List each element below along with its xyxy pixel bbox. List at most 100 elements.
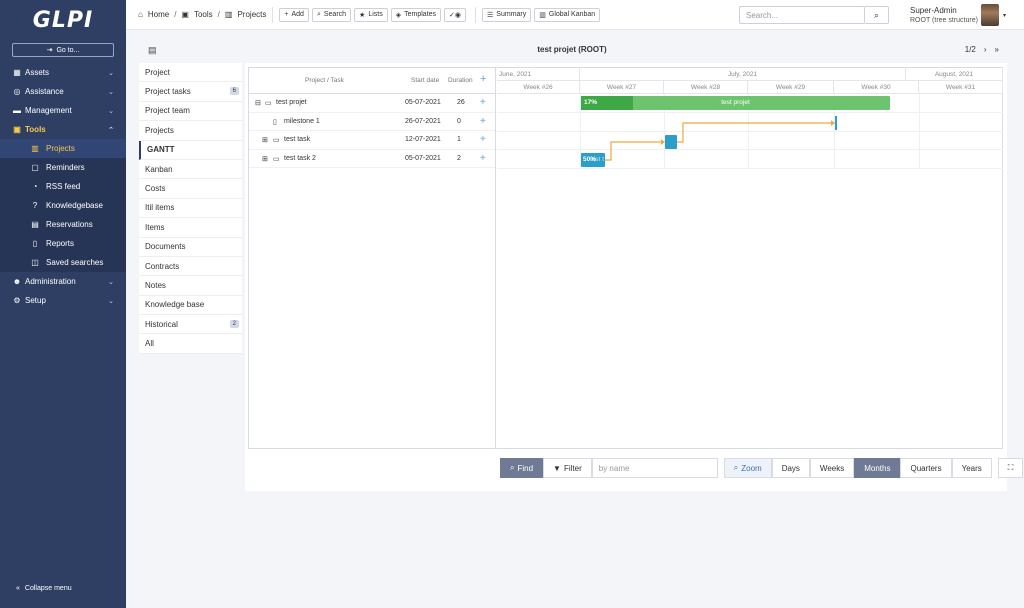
tab-label: Project <box>145 67 170 77</box>
zoom-button[interactable]: ⌕ Zoom <box>723 458 772 478</box>
file-icon: ▯ <box>273 118 277 126</box>
check-eye-button[interactable]: ✓◉ <box>444 7 467 22</box>
find-button[interactable]: ⌕ Find <box>500 458 544 478</box>
gantt-row[interactable]: ⊟ ▭ test projet 05-07-2021 26 + <box>249 94 495 113</box>
next-icon[interactable]: › <box>984 45 987 54</box>
sidebar-item-reservations[interactable]: ▤ Reservations <box>0 215 126 234</box>
breadcrumb-projects[interactable]: Projects <box>237 10 266 19</box>
tab-label: Project team <box>145 106 190 116</box>
tab-label: Documents <box>145 242 186 252</box>
goto-button[interactable]: ⇥ Go to... <box>12 43 114 57</box>
sidebar-item-knowledgebase[interactable]: ? Knowledgebase <box>0 196 126 215</box>
tab-costs[interactable]: Costs <box>139 179 242 199</box>
expand-icon: ⛶ <box>1007 463 1014 472</box>
expand-icon[interactable]: ⊞ <box>262 155 268 163</box>
gantt-row[interactable]: ⊞ ▭ test task 2 05-07-2021 2 + <box>249 150 495 168</box>
tab-contracts[interactable]: Contracts <box>139 257 242 277</box>
lists-button[interactable]: ★ Lists <box>354 7 388 22</box>
column-header-start: Start date <box>411 77 440 84</box>
tab-knowledge-base[interactable]: Knowledge base <box>139 296 242 316</box>
menu-setup[interactable]: ⚙ Setup ⌄ <box>0 291 126 310</box>
last-icon[interactable]: » <box>995 45 999 54</box>
global-search-input[interactable]: Search... <box>739 6 865 24</box>
sidebar-item-rss[interactable]: ◔ RSS feed <box>0 177 126 196</box>
menu-assistance[interactable]: ◎ Assistance ⌄ <box>0 82 126 101</box>
search-submit-button[interactable]: ⌕ <box>865 6 889 24</box>
glpi-logo[interactable]: GLPI <box>0 0 126 40</box>
tab-project-tasks[interactable]: Project tasks 6 <box>139 82 242 102</box>
user-menu[interactable]: Super-Admin ROOT (tree structure) <box>910 6 978 26</box>
search-button[interactable]: ⌕ Search <box>311 7 352 22</box>
filter-input[interactable]: by name <box>591 458 718 478</box>
templates-button[interactable]: ◈ Templates <box>390 7 442 22</box>
button-label: Zoom <box>741 463 762 473</box>
menu-label: Assistance <box>25 87 64 96</box>
note-icon: ▢ <box>31 163 39 172</box>
scale-years-button[interactable]: Years <box>951 458 992 478</box>
fullscreen-button[interactable]: ⛶ <box>997 458 1024 478</box>
add-button[interactable]: + Add <box>279 7 309 22</box>
add-icon[interactable]: + <box>480 134 486 145</box>
tab-projects[interactable]: Projects <box>139 121 242 141</box>
add-icon[interactable]: + <box>480 153 486 164</box>
task-name: test task 2 <box>284 154 316 162</box>
breadcrumb-tools[interactable]: Tools <box>194 10 213 19</box>
gantt-row[interactable]: ▯ milestone 1 26-07-2021 0 + <box>249 113 495 131</box>
search-icon: ⌕ <box>873 9 880 20</box>
chevron-down-icon: ⌄ <box>108 88 114 96</box>
count-badge: 2 <box>229 320 239 329</box>
collapse-menu-button[interactable]: « Collapse menu <box>16 585 72 592</box>
task-start: 26-07-2021 <box>405 117 441 125</box>
collapse-icon[interactable]: ⊟ <box>255 99 261 107</box>
filter-button[interactable]: ▼ Filter <box>543 458 592 478</box>
scale-weeks-button[interactable]: Weeks <box>809 458 855 478</box>
tab-items[interactable]: Items <box>139 218 242 238</box>
task-name: test projet <box>276 99 307 106</box>
layers-icon: ◈ <box>395 11 402 19</box>
tab-label: GANTT <box>147 145 175 155</box>
tab-project-team[interactable]: Project team <box>139 102 242 122</box>
sidebar-item-saved-searches[interactable]: ◫ Saved searches <box>0 253 126 272</box>
sidebar-item-reminders[interactable]: ▢ Reminders <box>0 158 126 177</box>
menu-management[interactable]: ▬ Management ⌄ <box>0 101 126 120</box>
lifebuoy-icon: ◎ <box>13 87 21 96</box>
sidebar: GLPI ⇥ Go to... ▦ Assets ⌄ ◎ Assistance ⌄ ▬ M… <box>0 0 126 608</box>
avatar[interactable] <box>981 4 999 26</box>
folder-icon: ▭ <box>273 155 280 163</box>
tab-project[interactable]: Project <box>139 63 242 83</box>
sidebar-item-reports[interactable]: ▯ Reports <box>0 234 126 253</box>
button-label: Summary <box>496 11 527 18</box>
tab-gantt[interactable]: GANTT <box>139 140 242 160</box>
tab-documents[interactable]: Documents <box>139 238 242 257</box>
caret-down-icon[interactable]: ▾ <box>1003 12 1006 19</box>
sidebar-item-projects[interactable]: ▥ Projects <box>0 139 126 158</box>
scale-months-button[interactable]: Months <box>854 458 901 478</box>
menu-assets[interactable]: ▦ Assets ⌄ <box>0 63 126 82</box>
star-icon: ★ <box>359 11 366 19</box>
button-label: Global Kanban <box>548 11 596 18</box>
tab-historical[interactable]: Historical 2 <box>139 315 242 335</box>
gantt-row[interactable]: ⊞ ▭ test task 12-07-2021 1 + <box>249 131 495 150</box>
tab-itil-items[interactable]: Itil items <box>139 199 242 219</box>
add-task-icon[interactable]: + <box>480 73 486 85</box>
add-icon[interactable]: + <box>480 116 486 127</box>
plus-icon: + <box>284 11 289 18</box>
scale-quarters-button[interactable]: Quarters <box>900 458 952 478</box>
tab-kanban[interactable]: Kanban <box>139 160 242 180</box>
global-kanban-button[interactable]: ▥ Global Kanban <box>534 7 601 22</box>
goto-label: Go to... <box>56 46 80 54</box>
breadcrumb-home[interactable]: Home <box>148 10 169 19</box>
menu-tools[interactable]: ▣ Tools ⌃ <box>0 120 126 139</box>
tab-label: Knowledge base <box>145 300 205 310</box>
rss-icon: ◔ <box>32 182 38 191</box>
summary-button[interactable]: ☰ Summary <box>482 7 532 22</box>
scale-days-button[interactable]: Days <box>771 458 810 478</box>
tab-all[interactable]: All <box>139 334 242 354</box>
expand-icon[interactable]: ⊞ <box>262 136 268 144</box>
gantt-timeline: June, 2021 July, 2021 August, 2021 Week … <box>497 68 1003 448</box>
add-icon[interactable]: + <box>480 97 486 108</box>
tab-label: Notes <box>145 280 166 290</box>
menu-administration[interactable]: ☻ Administration ⌄ <box>0 272 126 291</box>
link-arrow <box>831 120 835 126</box>
tab-notes[interactable]: Notes <box>139 276 242 296</box>
